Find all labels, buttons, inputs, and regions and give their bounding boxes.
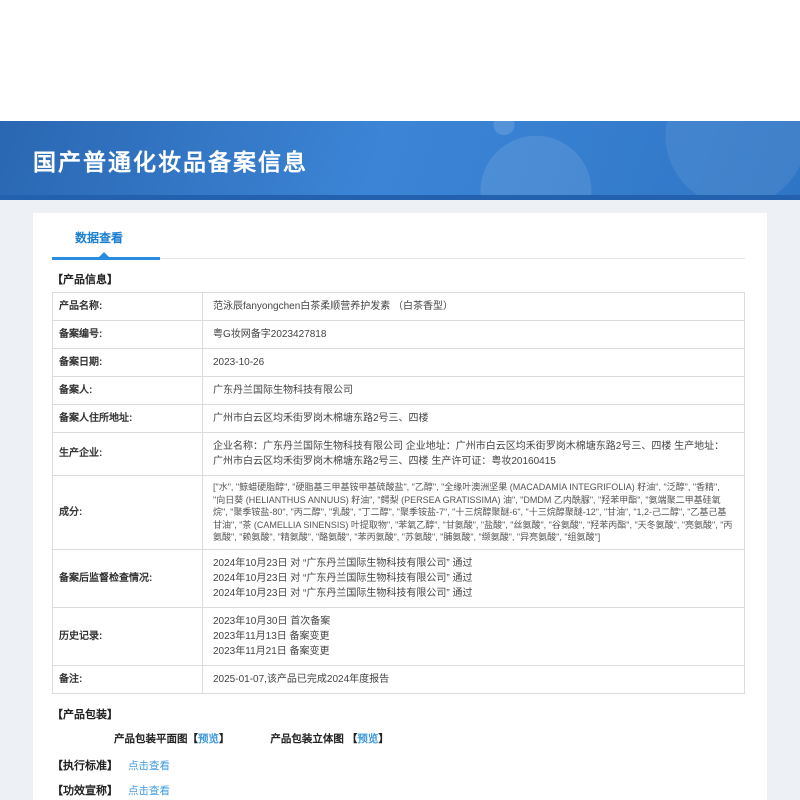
packaging-stereo-preview-link[interactable]: 预览 — [357, 733, 378, 745]
table-row-registration-date: 备案日期: 2023-10-26 — [53, 349, 744, 377]
tab-bar: 数据查看 — [52, 229, 745, 260]
row-label: 成分: — [53, 476, 203, 549]
row-value: 2023-10-26 — [213, 357, 265, 368]
packaging-stereo-item: 产品包装立体图 【预览】 — [270, 731, 388, 746]
packaging-flat-item: 产品包装平面图【预览】 — [114, 731, 230, 746]
row-value: 2023年10月30日 首次备案 2023年11月13日 备案变更 2023年1… — [213, 615, 331, 657]
bracket-close: 】 — [378, 732, 389, 745]
table-row-remarks: 备注: 2025-01-07,该产品已完成2024年度报告 — [53, 665, 744, 693]
top-whitespace — [0, 0, 800, 121]
table-row-product-name: 产品名称: 范泳辰fanyongchen白茶柔顺营养护发素 （白茶香型） — [53, 293, 744, 321]
page-banner: 国产普通化妆品备案信息 — [0, 121, 800, 200]
table-row-history: 历史记录: 2023年10月30日 首次备案 2023年11月13日 备案变更 … — [53, 607, 744, 666]
row-value: 广东丹兰国际生物科技有限公司 — [213, 385, 353, 396]
packaging-section-title: 【产品包装】 — [52, 708, 118, 721]
packaging-flat-preview-link[interactable]: 预览 — [198, 733, 219, 745]
row-label: 备案编号: — [53, 321, 203, 348]
product-info-section-title: 【产品信息】 — [52, 274, 118, 286]
row-label: 产品名称: — [53, 293, 203, 320]
bracket-open: 【 — [187, 732, 199, 745]
packaging-links-row: 产品包装平面图【预览】 产品包装立体图 【预览】 — [114, 731, 745, 746]
row-value: 广州市白云区均禾街罗岗木棉塘东路2号三、四楼 — [213, 413, 429, 424]
packaging-stereo-label: 产品包装立体图 — [270, 732, 347, 745]
efficacy-section-title: 【功效宣称】 — [52, 784, 118, 797]
row-label: 备案日期: — [53, 349, 203, 376]
row-value: 2025-01-07,该产品已完成2024年度报告 — [213, 673, 390, 685]
table-row-registrant: 备案人: 广东丹兰国际生物科技有限公司 — [53, 377, 744, 405]
standard-view-link[interactable]: 点击查看 — [128, 760, 170, 772]
table-row-registrant-address: 备案人住所地址: 广州市白云区均禾街罗岗木棉塘东路2号三、四楼 — [53, 405, 744, 433]
bracket-close: 】 — [219, 732, 230, 745]
row-label: 备案人: — [53, 377, 203, 404]
row-value: 范泳辰fanyongchen白茶柔顺营养护发素 （白茶香型） — [213, 301, 454, 312]
content-card: 数据查看 【产品信息】 产品名称: 范泳辰fanyongchen白茶柔顺营养护发… — [33, 213, 767, 800]
tab-active-triangle-icon — [99, 252, 109, 257]
efficacy-view-link[interactable]: 点击查看 — [128, 785, 170, 797]
row-value: ["水", "鲸蜡硬脂醇", "硬脂基三甲基铵甲基硫酸盐", "乙醇", "全缘… — [213, 482, 733, 543]
row-value: 企业名称：广东丹兰国际生物科技有限公司 企业地址：广州市白云区均禾街罗岗木棉塘东… — [213, 441, 725, 467]
table-row-registration-number: 备案编号: 粤G妆网备字2023427818 — [53, 321, 744, 349]
bracket-open: 【 — [346, 732, 358, 745]
row-value: 粤G妆网备字2023427818 — [213, 329, 327, 340]
table-row-supervision-checks: 备案后监督检查情况: 2024年10月23日 对 “广东丹兰国际生物科技有限公司… — [53, 549, 744, 608]
row-label: 备案人住所地址: — [53, 405, 203, 432]
row-label: 备注: — [53, 665, 203, 693]
table-row-ingredients: 成分: ["水", "鲸蜡硬脂醇", "硬脂基三甲基铵甲基硫酸盐", "乙醇",… — [53, 476, 744, 550]
row-label: 生产企业: — [53, 433, 203, 475]
row-label: 备案后监督检查情况: — [53, 549, 203, 607]
row-value: 2024年10月23日 对 “广东丹兰国际生物科技有限公司” 通过 2024年1… — [213, 557, 473, 599]
row-label: 历史记录: — [53, 607, 203, 665]
page-title: 国产普通化妆品备案信息 — [33, 149, 308, 175]
standard-section-title: 【执行标准】 — [52, 759, 118, 772]
packaging-flat-label: 产品包装平面图 — [114, 732, 188, 745]
tab-active-indicator — [52, 252, 160, 260]
standard-row: 【执行标准】 点击查看 — [52, 757, 745, 773]
efficacy-row: 【功效宣称】 点击查看 — [52, 782, 745, 798]
table-row-manufacturer: 生产企业: 企业名称：广东丹兰国际生物科技有限公司 企业地址：广州市白云区均禾街… — [53, 433, 744, 476]
content-background: 数据查看 【产品信息】 产品名称: 范泳辰fanyongchen白茶柔顺营养护发… — [0, 200, 800, 800]
product-info-table: 产品名称: 范泳辰fanyongchen白茶柔顺营养护发素 （白茶香型） 备案编… — [52, 292, 745, 694]
tab-data-view[interactable]: 数据查看 — [75, 229, 123, 246]
